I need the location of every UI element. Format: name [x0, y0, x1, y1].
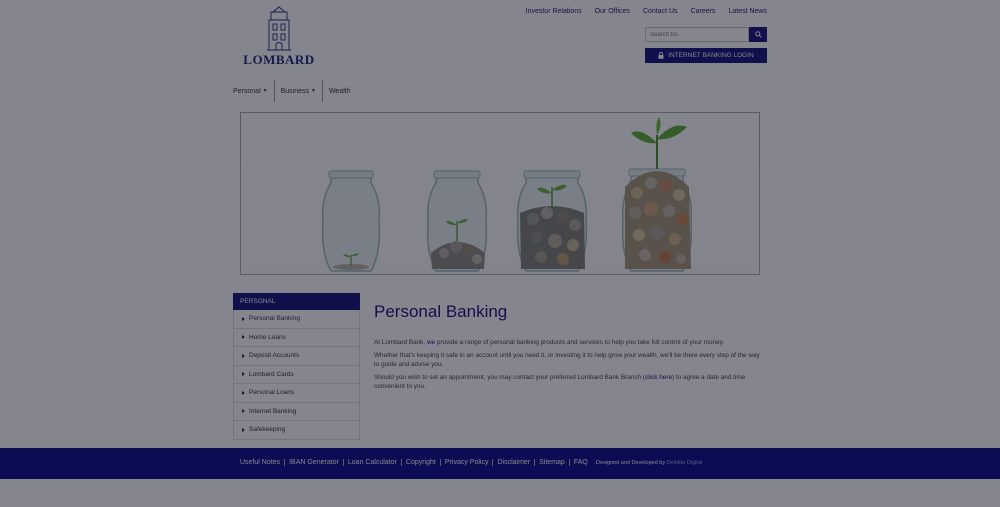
footer-credit: Designed and Developed by Deloitte Digit… — [596, 460, 702, 466]
login-label: INTERNET BANKING LOGIN — [668, 52, 754, 59]
footer-links: Useful Notes IBAN Generator Loan Calcula… — [240, 459, 592, 466]
intro-text-start: At Lombard Bank, — [374, 339, 427, 346]
search-button[interactable] — [749, 27, 767, 42]
we-link[interactable]: we — [427, 339, 435, 346]
lock-icon — [658, 52, 664, 59]
sidebar-item-personal-loans[interactable]: Personal Loans — [233, 384, 360, 403]
sidebar-item-label: Home Loans — [249, 333, 286, 341]
footer-link-privacy-policy[interactable]: Privacy Policy — [441, 459, 494, 466]
caret-right-icon — [242, 427, 245, 432]
nav-business[interactable]: Business ▼ — [275, 80, 323, 102]
sidebar-item-home-loans[interactable]: Home Loans — [233, 328, 360, 347]
footer: Useful Notes IBAN Generator Loan Calcula… — [0, 448, 1000, 479]
search-input[interactable] — [645, 27, 749, 42]
nav-wealth-label: Wealth — [328, 87, 351, 95]
sidebar-item-lombard-cards[interactable]: Lombard Cards — [233, 365, 360, 384]
nav-wealth[interactable]: Wealth — [323, 80, 357, 102]
sidebar-title: PERSONAL — [233, 293, 360, 310]
main-nav: Personal ▼ Business ▼ Wealth — [233, 80, 357, 102]
footer-link-iban-generator[interactable]: IBAN Generator — [285, 459, 344, 466]
jar-3 — [516, 170, 588, 272]
footer-link-loan-calculator[interactable]: Loan Calculator — [344, 459, 402, 466]
caret-right-icon — [242, 316, 245, 321]
sidebar-item-label: Internet Banking — [249, 407, 297, 415]
intro-text-end: provide a range of personal banking prod… — [435, 339, 725, 346]
sidebar-item-label: Deposit Accounts — [249, 352, 300, 360]
sidebar-item-safekeeping[interactable]: Safekeeping — [233, 421, 360, 440]
sidebar-item-deposit-accounts[interactable]: Deposit Accounts — [233, 347, 360, 366]
sidebar-item-personal-banking[interactable]: Personal Banking — [233, 310, 360, 329]
sidebar-item-label: Personal Loans — [249, 389, 295, 397]
top-nav-investor-relations[interactable]: Investor Relations — [526, 8, 582, 15]
click-here-link[interactable]: click here — [645, 374, 672, 381]
sidebar-item-internet-banking[interactable]: Internet Banking — [233, 402, 360, 421]
sidebar: PERSONAL Personal Banking Home Loans Dep… — [233, 293, 360, 440]
credit-text: Designed and Developed by — [596, 460, 666, 466]
caret-right-icon — [242, 390, 245, 395]
appointment-text-start: Should you wish to set an appointment, y… — [374, 374, 646, 381]
hero-banner — [240, 112, 760, 275]
jar-1 — [321, 170, 381, 272]
top-nav-our-offices[interactable]: Our Offices — [595, 8, 630, 15]
sidebar-item-label: Safekeeping — [249, 426, 286, 434]
jar-4 — [621, 117, 693, 272]
caret-down-icon: ▼ — [311, 88, 316, 94]
page-bottom — [0, 479, 1000, 507]
tower-emblem-icon — [267, 6, 291, 51]
nav-personal-label: Personal — [233, 87, 261, 95]
top-nav-latest-news[interactable]: Latest News — [728, 8, 767, 15]
top-nav: Investor Relations Our Offices Contact U… — [526, 8, 767, 15]
caret-right-icon — [242, 335, 245, 340]
search-icon — [754, 31, 762, 38]
page-title: Personal Banking — [374, 302, 508, 321]
appointment-paragraph: Should you wish to set an appointment, y… — [374, 373, 764, 391]
caret-down-icon: ▼ — [262, 88, 268, 94]
footer-link-faq[interactable]: FAQ — [570, 459, 592, 466]
intro-paragraph: At Lombard Bank, we provide a range of p… — [374, 338, 764, 347]
lombard-logo[interactable]: LOMBARD — [233, 6, 325, 68]
top-nav-careers[interactable]: Careers — [691, 8, 716, 15]
nav-personal[interactable]: Personal ▼ — [233, 80, 275, 102]
growth-paragraph: Whether that's keeping it safe in an acc… — [374, 352, 760, 368]
search-bar — [645, 27, 767, 42]
footer-link-useful-notes[interactable]: Useful Notes — [240, 459, 286, 466]
footer-link-copyright[interactable]: Copyright — [402, 459, 441, 466]
caret-right-icon — [242, 353, 245, 358]
nav-business-label: Business — [280, 87, 309, 95]
logo-text: LOMBARD — [243, 52, 315, 67]
internet-banking-login-button[interactable]: INTERNET BANKING LOGIN — [645, 48, 767, 63]
footer-link-disclaimer[interactable]: Disclaimer — [493, 459, 536, 466]
agency-link[interactable]: Deloitte Digital — [667, 460, 702, 466]
caret-right-icon — [242, 372, 245, 377]
sidebar-item-label: Lombard Cards — [249, 370, 294, 378]
coin-jars-illustration — [321, 117, 693, 272]
sidebar-item-label: Personal Banking — [249, 315, 300, 323]
footer-link-sitemap[interactable]: Sitemap — [535, 459, 570, 466]
jar-2 — [426, 170, 488, 272]
caret-right-icon — [242, 409, 245, 414]
main-content: Personal Banking At Lombard Bank, we pro… — [374, 302, 764, 395]
top-nav-contact-us[interactable]: Contact Us — [643, 8, 678, 15]
